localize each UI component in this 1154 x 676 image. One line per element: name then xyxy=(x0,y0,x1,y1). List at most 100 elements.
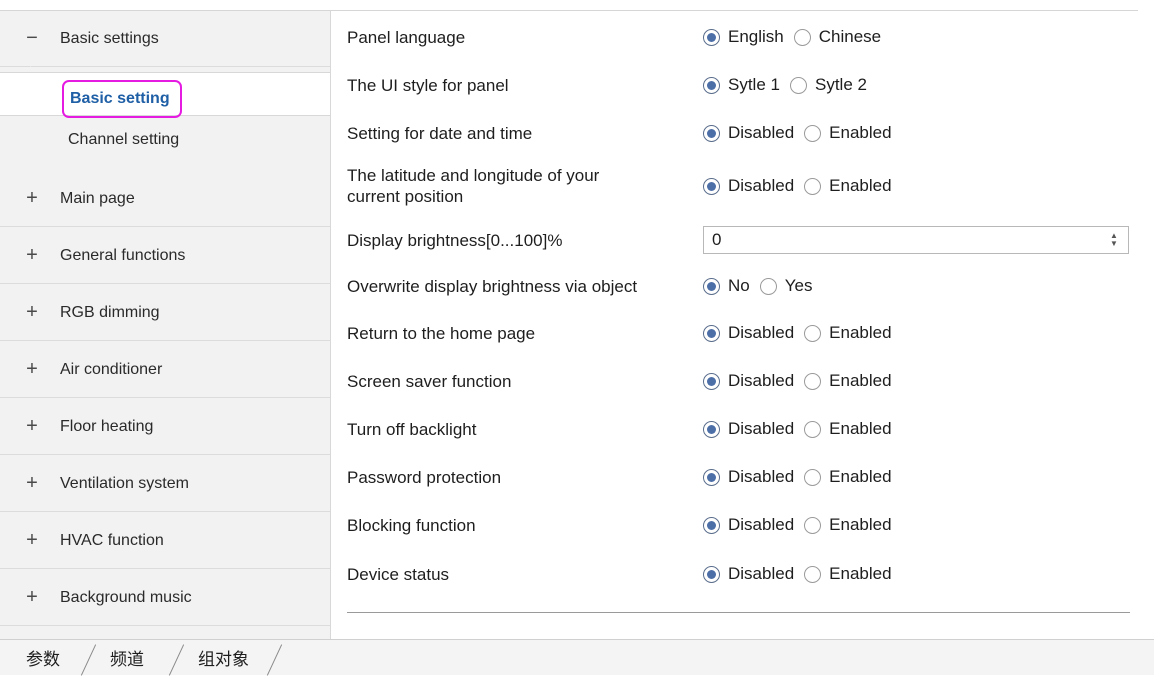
radio-enabled[interactable]: Enabled xyxy=(804,467,892,487)
radio-style-2[interactable]: Sytle 2 xyxy=(789,75,867,95)
param-label: Display brightness[0...100]% xyxy=(347,230,563,250)
radio-disabled[interactable]: Disabled xyxy=(703,564,794,584)
sidebar-group-main-page[interactable]: + Main page xyxy=(0,171,330,227)
radio-off-icon[interactable] xyxy=(804,516,822,534)
radio-on-icon[interactable] xyxy=(703,516,720,534)
param-label: The UI style for panel xyxy=(347,75,509,95)
tab-label: 频道 xyxy=(110,650,144,669)
radio-off-icon[interactable] xyxy=(804,124,822,142)
radio-disabled[interactable]: Disabled xyxy=(703,176,794,196)
radio-label: Disabled xyxy=(728,419,795,438)
sidebar-group-label: Main page xyxy=(60,189,135,207)
radio-disabled[interactable]: Disabled xyxy=(703,371,794,391)
radio-chinese[interactable]: Chinese xyxy=(793,27,882,47)
radio-on-icon[interactable] xyxy=(703,420,720,438)
radio-off-icon[interactable] xyxy=(804,372,822,390)
section-divider xyxy=(347,612,1130,613)
radio-on-icon[interactable] xyxy=(703,124,720,142)
radio-disabled[interactable]: Disabled xyxy=(703,515,794,535)
sidebar-group-label: Basic settings xyxy=(60,29,159,47)
sidebar-group-general-functions[interactable]: + General functions xyxy=(0,228,330,284)
radio-on-icon[interactable] xyxy=(703,76,720,94)
param-row-screen-saver: Screen saver function Disabled Enabled xyxy=(347,370,1147,392)
radio-off-icon[interactable] xyxy=(804,177,822,195)
radio-on-icon[interactable] xyxy=(703,324,720,342)
expand-icon[interactable]: + xyxy=(20,187,44,210)
radio-on-icon[interactable] xyxy=(703,565,720,583)
radio-enabled[interactable]: Enabled xyxy=(804,371,892,391)
brightness-value: 0 xyxy=(712,230,722,249)
sidebar-item-label: Channel setting xyxy=(68,131,180,148)
sidebar-group-hvac-function[interactable]: + HVAC function xyxy=(0,513,330,569)
radio-on-icon[interactable] xyxy=(703,277,720,295)
radio-on-icon[interactable] xyxy=(703,468,720,486)
radio-on-icon[interactable] xyxy=(703,372,720,390)
tab-parameters[interactable]: 参数 xyxy=(26,640,60,675)
brightness-number-input[interactable]: 0 ▲ ▼ xyxy=(703,226,1129,254)
radio-label: Disabled xyxy=(728,123,795,142)
spinner[interactable]: ▲ ▼ xyxy=(1106,232,1122,248)
radio-off-icon[interactable] xyxy=(789,76,807,94)
radio-enabled[interactable]: Enabled xyxy=(804,176,892,196)
radio-off-icon[interactable] xyxy=(759,277,777,295)
radio-label: Sytle 2 xyxy=(814,75,867,94)
sidebar-group-air-conditioner[interactable]: + Air conditioner xyxy=(0,342,330,398)
radio-on-icon[interactable] xyxy=(703,177,720,195)
sidebar-item-label-selected: Basic setting xyxy=(70,90,170,107)
expand-icon[interactable]: + xyxy=(20,586,44,609)
radio-disabled[interactable]: Disabled xyxy=(703,123,794,143)
radio-disabled[interactable]: Disabled xyxy=(703,323,794,343)
tab-group-objects[interactable]: 组对象 xyxy=(198,640,249,675)
param-label: Password protection xyxy=(347,467,502,487)
radio-enabled[interactable]: Enabled xyxy=(804,323,892,343)
expand-icon[interactable]: + xyxy=(20,415,44,438)
param-row-device-status: Device status Disabled Enabled xyxy=(347,563,1147,585)
radio-off-icon[interactable] xyxy=(804,468,822,486)
radio-enabled[interactable]: Enabled xyxy=(804,123,892,143)
radio-label: Enabled xyxy=(829,323,892,342)
sidebar-group-rgb-dimming[interactable]: + RGB dimming xyxy=(0,285,330,341)
radio-yes[interactable]: Yes xyxy=(759,276,812,296)
radio-english[interactable]: English xyxy=(703,27,784,47)
radio-on-icon[interactable] xyxy=(703,28,720,46)
radio-off-icon[interactable] xyxy=(793,28,811,46)
param-row-date-time: Setting for date and time Disabled Enabl… xyxy=(347,122,1147,144)
sidebar-item-channel-setting[interactable]: Channel setting xyxy=(0,118,330,162)
expand-icon[interactable]: + xyxy=(20,472,44,495)
radio-no[interactable]: No xyxy=(703,276,750,296)
parameter-panel: Panel language English Chinese The UI st… xyxy=(331,11,1154,639)
tab-channels[interactable]: 频道 xyxy=(110,640,144,675)
radio-style-1[interactable]: Sytle 1 xyxy=(703,75,780,95)
radio-enabled[interactable]: Enabled xyxy=(804,419,892,439)
radio-off-icon[interactable] xyxy=(804,420,822,438)
sidebar-group-ventilation-system[interactable]: + Ventilation system xyxy=(0,456,330,512)
spin-down-icon[interactable]: ▼ xyxy=(1110,240,1118,248)
sidebar-group-floor-heating[interactable]: + Floor heating xyxy=(0,399,330,455)
radio-label: Enabled xyxy=(829,123,892,142)
selected-item-highlight[interactable]: Basic setting xyxy=(62,80,182,118)
param-label: The latitude and longitude of your curre… xyxy=(347,166,600,206)
expand-icon[interactable]: + xyxy=(20,301,44,324)
param-row-lat-long: The latitude and longitude of your curre… xyxy=(347,164,1147,208)
collapse-icon[interactable]: − xyxy=(20,27,44,50)
radio-label: Sytle 1 xyxy=(728,75,780,94)
sidebar-group-background-music[interactable]: + Background music xyxy=(0,570,330,626)
radio-label: No xyxy=(728,276,750,295)
radio-off-icon[interactable] xyxy=(804,565,822,583)
sidebar-group-basic-settings[interactable]: − Basic settings xyxy=(0,11,330,67)
param-row-blocking: Blocking function Disabled Enabled xyxy=(347,514,1147,536)
radio-disabled[interactable]: Disabled xyxy=(703,419,794,439)
sidebar-group-label: HVAC function xyxy=(60,531,164,549)
radio-label: Disabled xyxy=(728,564,795,583)
param-row-display-brightness: Display brightness[0...100]% 0 ▲ ▼ xyxy=(347,225,1147,255)
radio-off-icon[interactable] xyxy=(804,324,822,342)
expand-icon[interactable]: + xyxy=(20,529,44,552)
expand-icon[interactable]: + xyxy=(20,244,44,267)
expand-icon[interactable]: + xyxy=(20,358,44,381)
radio-label: Chinese xyxy=(818,27,882,46)
radio-disabled[interactable]: Disabled xyxy=(703,467,794,487)
tab-separator xyxy=(266,644,283,676)
param-row-return-home: Return to the home page Disabled Enabled xyxy=(347,322,1147,344)
radio-enabled[interactable]: Enabled xyxy=(804,515,892,535)
radio-enabled[interactable]: Enabled xyxy=(804,564,892,584)
